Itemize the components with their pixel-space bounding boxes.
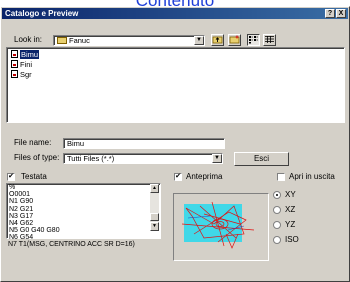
list-item[interactable]: Sgr	[11, 70, 32, 80]
apri-label: Apri in uscita	[289, 172, 335, 181]
file-name-text: Sgr	[20, 70, 32, 79]
folder-up-icon[interactable]	[211, 34, 224, 46]
radio-yz[interactable]	[273, 221, 281, 229]
radio-yz-label: YZ	[285, 220, 296, 229]
file-type-value: Tutti Files (*.*)	[67, 154, 115, 163]
code-line: N5 G0 G40 G80	[9, 227, 60, 235]
anteprima-label: Anteprima	[186, 172, 223, 181]
radio-xy[interactable]	[273, 191, 281, 199]
file-icon	[11, 70, 18, 78]
title-bar: Catalogo e Preview ? X	[2, 8, 348, 19]
details-view-icon[interactable]	[263, 34, 276, 46]
file-icon	[11, 50, 18, 58]
chevron-down-icon[interactable]: ▼	[194, 36, 204, 45]
code-line: N3 G17	[9, 212, 34, 220]
preview-stock	[184, 204, 242, 242]
exit-button[interactable]: Esci	[234, 152, 289, 166]
look-in-label: Look in:	[14, 35, 43, 44]
window-title: Catalogo e Preview	[5, 9, 79, 18]
radio-xy-label: XY	[285, 190, 296, 199]
code-line: N7 T1(MSG, CENTRINO ACC SR D=16)	[8, 241, 135, 248]
vertical-scrollbar[interactable]: ▲ ▼	[150, 184, 159, 231]
look-in-combo[interactable]: Fanuc ▼	[53, 35, 205, 46]
check-icon: ✔	[8, 173, 14, 180]
testata-label: Testata	[21, 172, 47, 181]
new-folder-icon[interactable]	[228, 34, 241, 46]
file-list[interactable]: Bimu Fini Sgr	[6, 47, 345, 123]
apri-checkbox[interactable]	[277, 173, 285, 181]
scroll-down-icon[interactable]: ▼	[150, 222, 159, 231]
list-item[interactable]: Bimu	[11, 50, 40, 60]
code-line: N1 G90	[9, 198, 34, 206]
code-line: N2 G21	[9, 205, 34, 213]
toolpath-preview	[173, 193, 269, 261]
toolpath-drawing	[181, 201, 255, 249]
file-type-label: Files of type:	[14, 153, 60, 162]
look-in-value-text: Fanuc	[69, 36, 90, 45]
scroll-up-icon[interactable]: ▲	[150, 184, 159, 193]
close-button[interactable]: X	[336, 9, 346, 18]
testata-text-area[interactable]: % O0001 N1 G90 N2 G21 N3 G17 N4 G62 N5 G…	[6, 183, 161, 241]
chevron-down-icon[interactable]: ▼	[212, 154, 222, 163]
scroll-thumb[interactable]	[150, 213, 159, 221]
help-button[interactable]: ?	[325, 9, 335, 18]
file-icon	[11, 60, 18, 68]
file-name-label: File name:	[14, 138, 52, 147]
check-icon: ✔	[175, 173, 181, 180]
radio-iso[interactable]	[273, 236, 281, 244]
code-line: N4 G62	[9, 220, 34, 227]
testata-checkbox[interactable]: ✔	[7, 173, 15, 181]
file-name-field[interactable]: Bimu	[63, 138, 225, 149]
folder-icon	[57, 37, 67, 44]
radio-iso-label: ISO	[285, 235, 299, 244]
dialog-window: Catalogo e Preview ? X Look in: Fanuc ▼ …	[0, 6, 350, 282]
look-in-value: Fanuc	[57, 36, 90, 45]
list-view-icon[interactable]	[247, 34, 260, 46]
code-line: O0001	[9, 191, 31, 199]
radio-xz[interactable]	[273, 206, 281, 214]
radio-xz-label: XZ	[285, 205, 296, 214]
anteprima-checkbox[interactable]: ✔	[174, 173, 182, 181]
file-name-text: Bimu	[20, 50, 40, 59]
file-name-text: Fini	[20, 60, 33, 69]
code-line: %	[9, 184, 16, 191]
file-type-select[interactable]: Tutti Files (*.*) ▼	[63, 153, 223, 164]
file-name-value: Bimu	[67, 139, 85, 148]
list-item[interactable]: Fini	[11, 60, 32, 70]
